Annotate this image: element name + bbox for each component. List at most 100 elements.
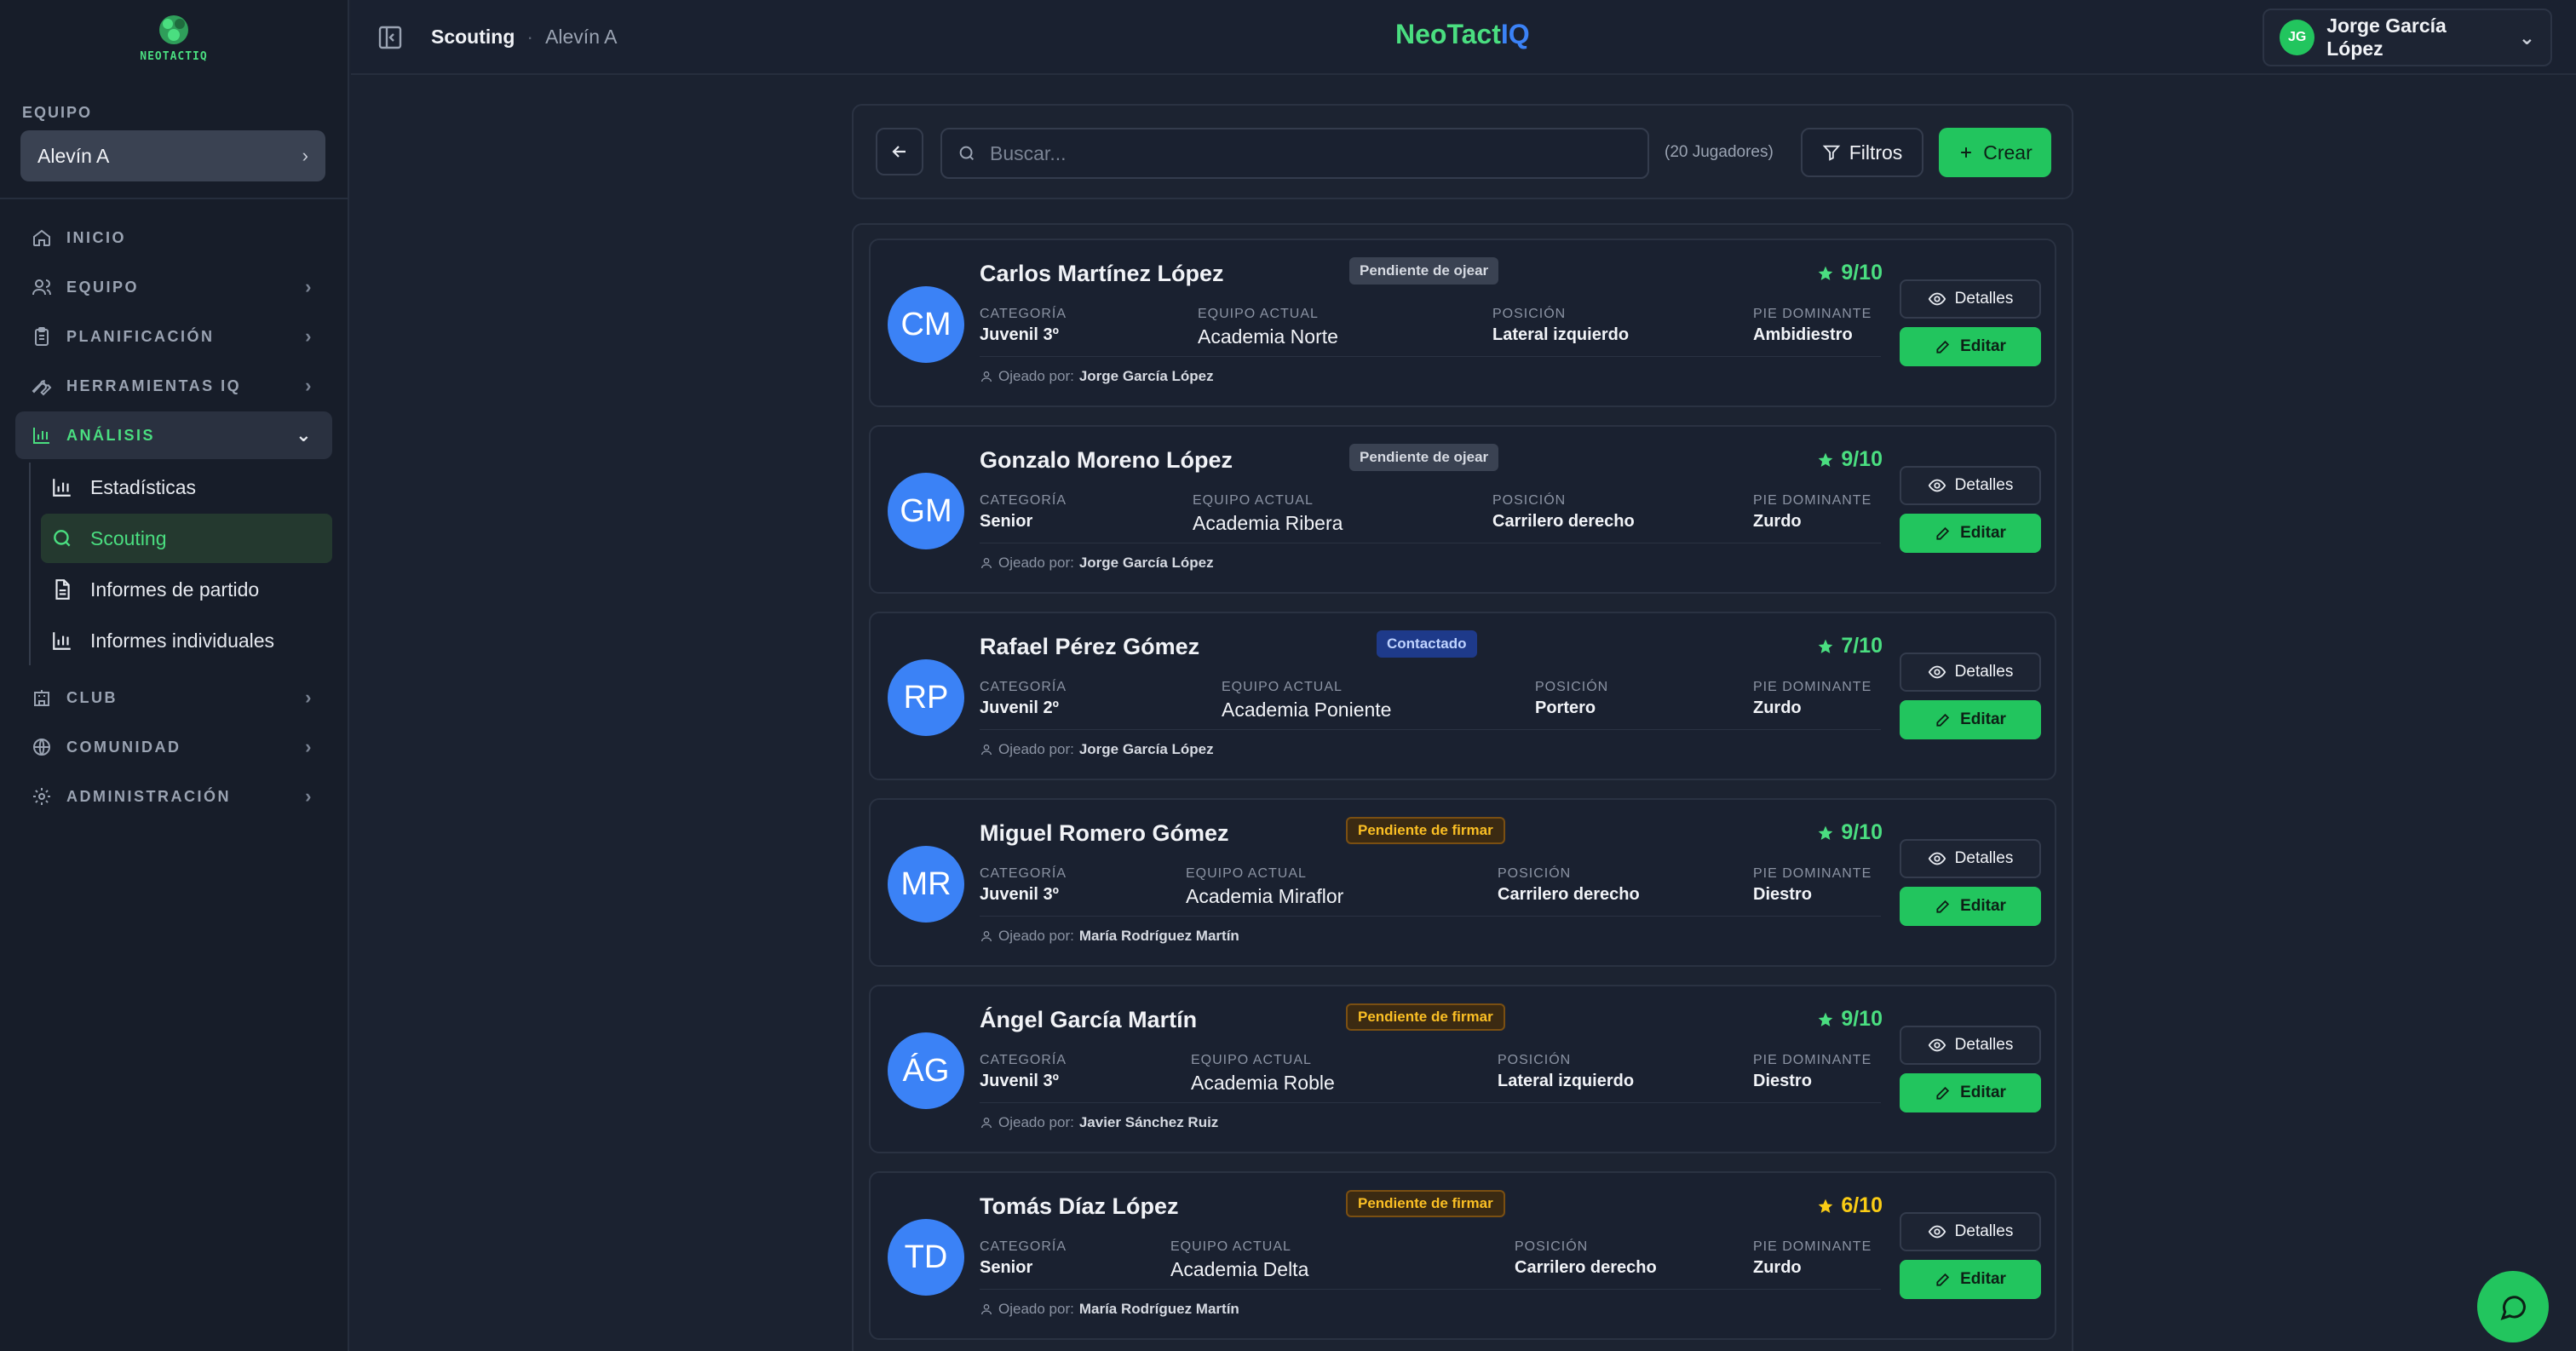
edit-button[interactable]: Editar [1900,1073,2041,1112]
edit-button[interactable]: Editar [1900,327,2041,366]
details-button[interactable]: Detalles [1900,839,2041,878]
edit-label: Editar [1960,1270,2006,1288]
sidebar-subitem-informes-partido[interactable]: Informes de partido [41,565,332,614]
edit-label: Editar [1960,710,2006,728]
player-card: ÁG Ángel García Martín Pendiente de firm… [869,985,2056,1153]
edit-button[interactable]: Editar [1900,514,2041,553]
player-rating: 6/10 [1817,1193,1883,1218]
details-button[interactable]: Detalles [1900,1212,2041,1251]
player-name[interactable]: Ángel García Martín [980,1007,1197,1033]
player-avatar[interactable]: RP [888,659,964,736]
sidebar-item-comunidad[interactable]: COMUNIDAD › [15,723,332,771]
player-name[interactable]: Rafael Pérez Gómez [980,634,1199,660]
sidebar-item-analisis[interactable]: ANÁLISIS ⌄ [15,411,332,459]
sidebar-item-administracion[interactable]: ADMINISTRACIÓN › [15,773,332,820]
star-icon [1818,639,1833,653]
details-button[interactable]: Detalles [1900,1026,2041,1065]
scouted-by: Ojeado por: Jorge García López [980,368,1214,385]
rating-value: 9/10 [1841,820,1883,844]
chat-button[interactable] [2477,1271,2549,1342]
scouted-by: Ojeado por: María Rodríguez Martín [980,928,1239,945]
category-label: CATEGORÍA [980,307,1067,321]
user-name: Jorge García López [2326,14,2447,60]
scouted-by-name: Javier Sánchez Ruiz [1078,1114,1219,1130]
sidebar-item-club[interactable]: CLUB › [15,674,332,721]
card-divider [980,916,1881,917]
player-name[interactable]: Miguel Romero Gómez [980,820,1229,847]
brand-part2: IQ [1500,19,1530,49]
breadcrumb-scouting[interactable]: Scouting [431,26,515,49]
scouted-by-name: Jorge García López [1078,741,1214,757]
chevron-right-icon: › [305,375,313,396]
sidebar-subitem-scouting[interactable]: Scouting [41,514,332,563]
sidebar-item-label: HERRAMIENTAS IQ [66,377,242,394]
team-value: Academia Norte [1198,325,1338,348]
player-rating: 9/10 [1817,1007,1883,1032]
chevron-right-icon: › [305,687,313,708]
player-avatar[interactable]: ÁG [888,1032,964,1109]
position-label: POSICIÓN [1498,866,1572,881]
eye-icon [1928,665,1946,679]
team-label: EQUIPO ACTUAL [1191,1053,1312,1067]
player-avatar[interactable]: MR [888,846,964,923]
edit-button[interactable]: Editar [1900,1260,2041,1299]
player-avatar[interactable]: TD [888,1219,964,1296]
player-name[interactable]: Tomás Díaz López [980,1193,1179,1220]
back-button[interactable] [876,128,923,175]
sidebar-item-label: INICIO [66,228,127,246]
star-icon [1818,825,1833,840]
chevron-right-icon: › [305,736,313,757]
sidebar-nav: INICIO EQUIPO › PLANIFICACIÓN › HERRAMIE… [15,214,332,822]
edit-button[interactable]: Editar [1900,887,2041,926]
logo-icon [159,14,188,44]
player-rating: 9/10 [1817,820,1883,845]
eye-icon [1928,852,1946,865]
category-label: CATEGORÍA [980,1053,1067,1067]
sidebar-item-planificacion[interactable]: PLANIFICACIÓN › [15,313,332,360]
player-name[interactable]: Carlos Martínez López [980,261,1224,287]
player-avatar[interactable]: GM [888,473,964,549]
sidebar-toggle-button[interactable] [377,24,404,51]
chevron-right-icon: › [305,325,313,347]
team-value: Academia Delta [1170,1258,1309,1280]
scouted-by-label: Ojeado por: [998,1114,1074,1130]
sidebar-item-label: EQUIPO [66,278,140,296]
scouted-by: Ojeado por: Javier Sánchez Ruiz [980,1114,1218,1131]
create-button[interactable]: Crear [1939,128,2051,177]
details-button[interactable]: Detalles [1900,466,2041,505]
globe-icon [31,736,53,758]
edit-label: Editar [1960,897,2006,915]
pencil-icon [1936,1086,1950,1100]
position-label: POSICIÓN [1492,307,1567,321]
user-icon [981,1118,992,1129]
sidebar-item-inicio[interactable]: INICIO [15,214,332,262]
document-icon [49,577,75,602]
foot-value: Zurdo [1753,698,1802,717]
eye-icon [1928,1225,1946,1239]
gear-icon [31,785,53,808]
team-label: EQUIPO ACTUAL [1222,680,1343,694]
sidebar-item-herramientas[interactable]: HERRAMIENTAS IQ › [15,362,332,410]
filters-button[interactable]: Filtros [1801,128,1923,177]
search-input[interactable] [990,141,1620,165]
edit-button[interactable]: Editar [1900,700,2041,739]
team-select[interactable]: Alevín A › [20,130,325,181]
player-name[interactable]: Gonzalo Moreno López [980,447,1233,474]
team-value: Academia Ribera [1193,512,1343,534]
details-button[interactable]: Detalles [1900,653,2041,692]
toolbar-panel: (20 Jugadores) Filtros Crear [852,104,2073,199]
sidebar-item-label: ANÁLISIS [66,426,156,444]
sidebar-item-equipo[interactable]: EQUIPO › [15,263,332,311]
user-menu-button[interactable]: JG Jorge García López ⌄ [2263,9,2552,66]
sidebar-subitem-label: Estadísticas [90,475,196,498]
logo[interactable]: NEOTACTIQ [0,0,348,75]
sidebar-subitem-informes-individuales[interactable]: Informes individuales [41,616,332,665]
player-avatar[interactable]: CM [888,286,964,363]
bar-chart-icon [49,628,75,653]
foot-field: PIE DOMINANTE Ambidiestro [1753,307,1872,345]
details-button[interactable]: Detalles [1900,279,2041,319]
sidebar-subitem-estadisticas[interactable]: Estadísticas [41,463,332,512]
foot-field: PIE DOMINANTE Zurdo [1753,493,1872,532]
category-value: Juvenil 3º [980,885,1059,904]
foot-value: Zurdo [1753,512,1802,531]
